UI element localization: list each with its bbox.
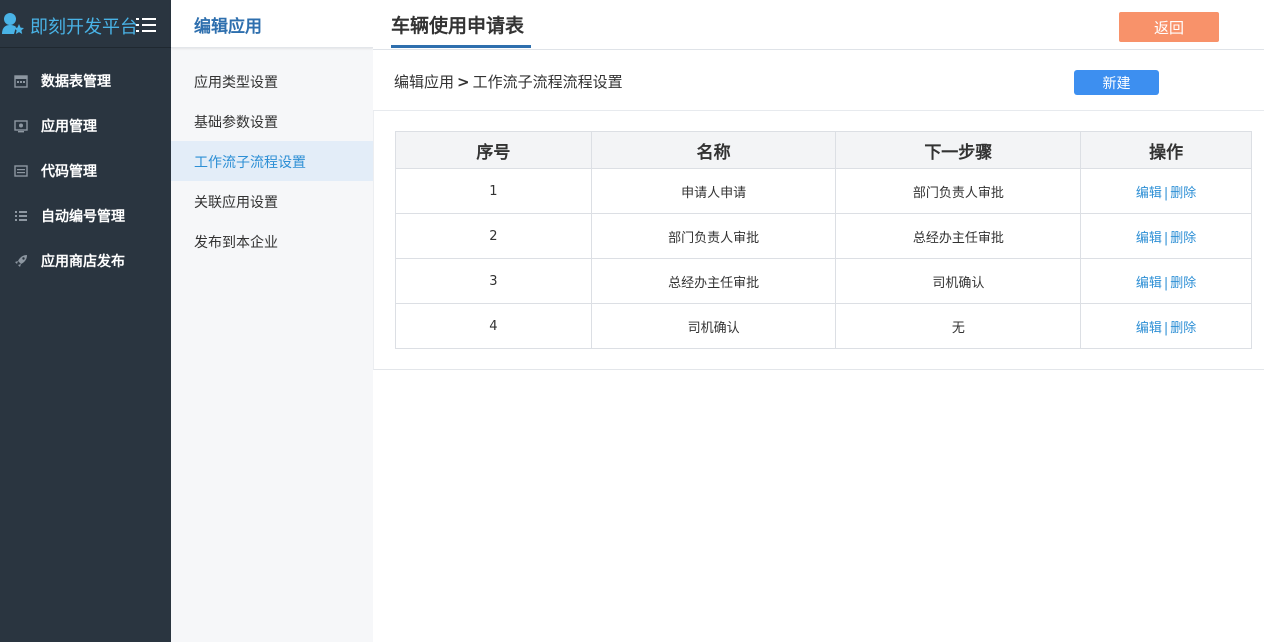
subnav-item-label: 工作流子流程设置 (194, 155, 306, 171)
breadcrumb-row: 编辑应用 > 工作流子流程流程设置 新建 (373, 51, 1264, 111)
column-header-actions: 操作 (1080, 131, 1252, 169)
subnav-item-label: 发布到本企业 (194, 235, 278, 251)
cell-actions: 编辑 | 删除 (1080, 213, 1252, 259)
cell-name: 司机确认 (590, 303, 837, 349)
menu-toggle-icon[interactable] (136, 17, 156, 33)
table-row: 4 司机确认 无 编辑 | 删除 (395, 303, 1252, 349)
action-separator: | (1163, 230, 1169, 246)
sidebar-item-data-table[interactable]: 数据表管理 (0, 58, 171, 103)
delete-link[interactable]: 删除 (1170, 231, 1196, 246)
table-panel: 序号 名称 下一步骤 操作 1 申请人申请 部门负责人审批 编辑 | 删除 2 部门… (373, 111, 1264, 370)
subnav-item-basic-params[interactable]: 基础参数设置 (171, 101, 373, 141)
edit-link[interactable]: 编辑 (1136, 186, 1162, 201)
delete-link[interactable]: 删除 (1170, 186, 1196, 201)
cell-no: 1 (395, 168, 592, 214)
table-row: 3 总经办主任审批 司机确认 编辑 | 删除 (395, 258, 1252, 304)
delete-link[interactable]: 删除 (1170, 276, 1196, 291)
sidebar-item-label: 应用商店发布 (41, 253, 125, 270)
breadcrumb-parent[interactable]: 编辑应用 (394, 73, 454, 91)
subnav-title: 编辑应用 (194, 17, 262, 37)
main-content: 车辆使用申请表 返回 编辑应用 > 工作流子流程流程设置 新建 序号 名称 下一步骤… (373, 0, 1264, 642)
rocket-icon (15, 254, 27, 267)
user-star-icon (2, 13, 24, 34)
cell-name: 总经办主任审批 (590, 258, 837, 304)
cell-no: 3 (395, 258, 592, 304)
action-separator: | (1163, 275, 1169, 291)
subnav-item-publish-enterprise[interactable]: 发布到本企业 (171, 221, 373, 261)
list-icon (15, 210, 27, 221)
column-header-next-step: 下一步骤 (835, 131, 1082, 169)
cell-no: 4 (395, 303, 592, 349)
cell-name: 申请人申请 (590, 168, 837, 214)
delete-link[interactable]: 删除 (1170, 321, 1196, 336)
cell-actions: 编辑 | 删除 (1080, 258, 1252, 304)
breadcrumb-current: 工作流子流程流程设置 (472, 73, 623, 91)
breadcrumb: 编辑应用 > 工作流子流程流程设置 (394, 71, 623, 92)
list-box-icon (14, 164, 28, 177)
edit-link[interactable]: 编辑 (1136, 276, 1162, 291)
column-header-no: 序号 (395, 131, 592, 169)
back-button[interactable]: 返回 (1119, 12, 1219, 42)
subnav-item-workflow-subprocess[interactable]: 工作流子流程设置 (171, 141, 373, 181)
table-header-row: 序号 名称 下一步骤 操作 (395, 131, 1252, 169)
subnav-item-label: 应用类型设置 (194, 75, 278, 91)
cell-next-step: 无 (835, 303, 1082, 349)
main-sidebar: 即刻开发平台 数据表管理 应用管理 代码管理 自动编号管理 应用商店发布 (0, 0, 171, 642)
subnav-item-app-type[interactable]: 应用类型设置 (171, 61, 373, 101)
edit-link[interactable]: 编辑 (1136, 321, 1162, 336)
subprocess-table: 序号 名称 下一步骤 操作 1 申请人申请 部门负责人审批 编辑 | 删除 2 部门… (395, 131, 1252, 349)
sidebar-item-app[interactable]: 应用管理 (0, 103, 171, 148)
brand-bar: 即刻开发平台 (0, 0, 171, 48)
table-row: 2 部门负责人审批 总经办主任审批 编辑 | 删除 (395, 213, 1252, 259)
page-title: 车辆使用申请表 (391, 15, 525, 37)
cell-next-step: 司机确认 (835, 258, 1082, 304)
subnav-item-related-apps[interactable]: 关联应用设置 (171, 181, 373, 221)
sidebar-item-auto-number[interactable]: 自动编号管理 (0, 193, 171, 238)
brand-title: 即刻开发平台 (30, 17, 138, 38)
new-button[interactable]: 新建 (1074, 70, 1159, 95)
edit-app-subnav: 编辑应用 应用类型设置 基础参数设置 工作流子流程设置 关联应用设置 发布到本企… (171, 0, 373, 642)
sidebar-item-label: 应用管理 (41, 118, 97, 135)
cell-actions: 编辑 | 删除 (1080, 168, 1252, 214)
breadcrumb-separator: > (457, 73, 470, 91)
top-bar: 车辆使用申请表 返回 (373, 0, 1264, 50)
table-row: 1 申请人申请 部门负责人审批 编辑 | 删除 (395, 168, 1252, 214)
sidebar-item-label: 自动编号管理 (41, 208, 125, 225)
subnav-item-label: 关联应用设置 (194, 195, 278, 211)
subnav-header: 编辑应用 (171, 0, 373, 48)
calendar-icon (14, 74, 28, 88)
cell-next-step: 部门负责人审批 (835, 168, 1082, 214)
cell-no: 2 (395, 213, 592, 259)
monitor-icon (14, 119, 28, 132)
sidebar-item-label: 代码管理 (41, 163, 97, 180)
edit-link[interactable]: 编辑 (1136, 231, 1162, 246)
title-underline (391, 45, 531, 48)
cell-name: 部门负责人审批 (590, 213, 837, 259)
subnav-item-label: 基础参数设置 (194, 115, 278, 131)
sidebar-item-label: 数据表管理 (41, 73, 111, 90)
action-separator: | (1163, 185, 1169, 201)
sidebar-item-code[interactable]: 代码管理 (0, 148, 171, 193)
action-separator: | (1163, 320, 1169, 336)
cell-next-step: 总经办主任审批 (835, 213, 1082, 259)
cell-actions: 编辑 | 删除 (1080, 303, 1252, 349)
sidebar-item-app-store[interactable]: 应用商店发布 (0, 238, 171, 283)
column-header-name: 名称 (590, 131, 837, 169)
